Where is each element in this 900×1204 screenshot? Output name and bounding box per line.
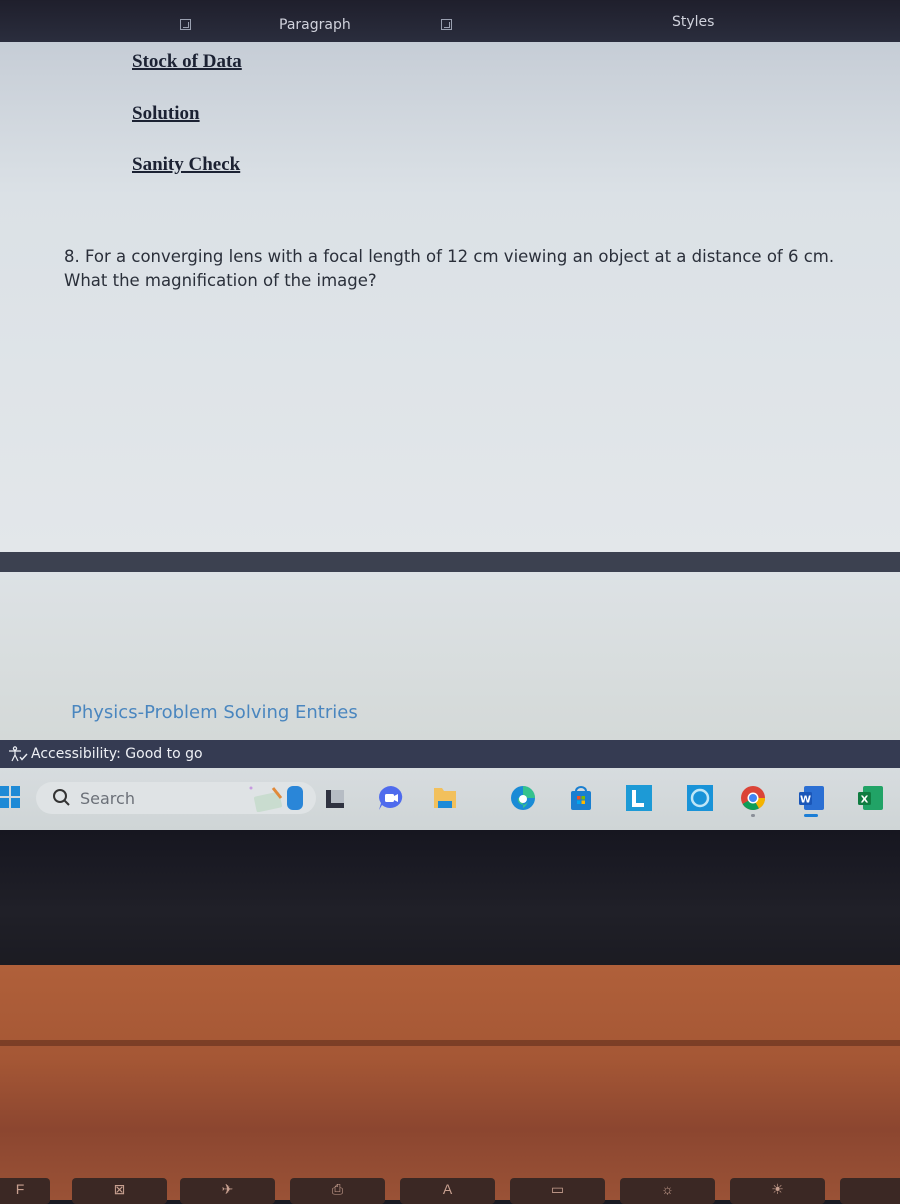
chrome-icon[interactable]	[738, 784, 768, 817]
screen-bezel	[0, 830, 900, 965]
heading-solution: Solution	[132, 103, 200, 124]
keyboard-key: F	[0, 1178, 50, 1204]
accessibility-status[interactable]: Accessibility: Good to go	[8, 746, 203, 762]
keyboard-key: A	[400, 1178, 495, 1204]
active-indicator	[804, 814, 818, 817]
teams-chat-icon[interactable]	[376, 784, 406, 812]
file-explorer-icon[interactable]	[430, 784, 460, 812]
accessibility-label: Accessibility: Good to go	[31, 746, 203, 762]
app-l-icon[interactable]	[624, 784, 654, 812]
heading-sanity-check: Sanity Check	[132, 154, 241, 175]
search-icon	[53, 789, 70, 806]
keyboard-key: ▭	[510, 1178, 605, 1204]
keyboard-key: ⎙	[290, 1178, 385, 1204]
word-icon[interactable]: W	[796, 784, 826, 817]
keyboard-key: ✈	[180, 1178, 275, 1204]
cortana-icon[interactable]	[685, 784, 715, 812]
question-text: 8. For a converging lens with a focal le…	[64, 247, 835, 290]
ribbon-group-styles: Styles	[672, 14, 715, 30]
start-button[interactable]	[0, 786, 20, 808]
taskbar: Search W X	[0, 768, 900, 830]
accessibility-icon	[9, 746, 28, 762]
microsoft-store-icon[interactable]	[566, 784, 596, 812]
laptop-deck	[0, 965, 900, 1200]
ribbon-group-paragraph: Paragraph	[279, 17, 351, 33]
svg-text:W: W	[800, 795, 811, 806]
search-placeholder: Search	[80, 788, 135, 808]
document-page[interactable]: Stock of Data Solution Sanity Check 8. F…	[0, 42, 900, 552]
ribbon: Paragraph Styles	[0, 0, 900, 42]
keyboard-key: ⊠	[72, 1178, 167, 1204]
document-page-footer-area[interactable]: Physics-Problem Solving Entries	[0, 572, 900, 740]
dialog-launcher-icon[interactable]	[180, 19, 191, 30]
running-indicator	[751, 814, 755, 817]
status-bar: Accessibility: Good to go	[0, 740, 900, 768]
widgets-icon[interactable]	[245, 784, 315, 813]
paragraph-dialog-launcher-icon[interactable]	[441, 19, 452, 30]
heading-stock-of-data: Stock of Data	[132, 51, 242, 72]
keyboard-key	[840, 1178, 900, 1204]
laptop-hinge	[0, 1040, 900, 1046]
keyboard-key: ☀	[730, 1178, 825, 1204]
svg-text:X: X	[861, 795, 869, 806]
excel-icon[interactable]: X	[855, 784, 885, 812]
edge-icon[interactable]	[508, 784, 538, 812]
page-gap	[0, 552, 900, 572]
keyboard-key: ☼	[620, 1178, 715, 1204]
task-view-icon[interactable]	[320, 784, 350, 812]
page-footer-text: Physics-Problem Solving Entries	[71, 702, 358, 723]
